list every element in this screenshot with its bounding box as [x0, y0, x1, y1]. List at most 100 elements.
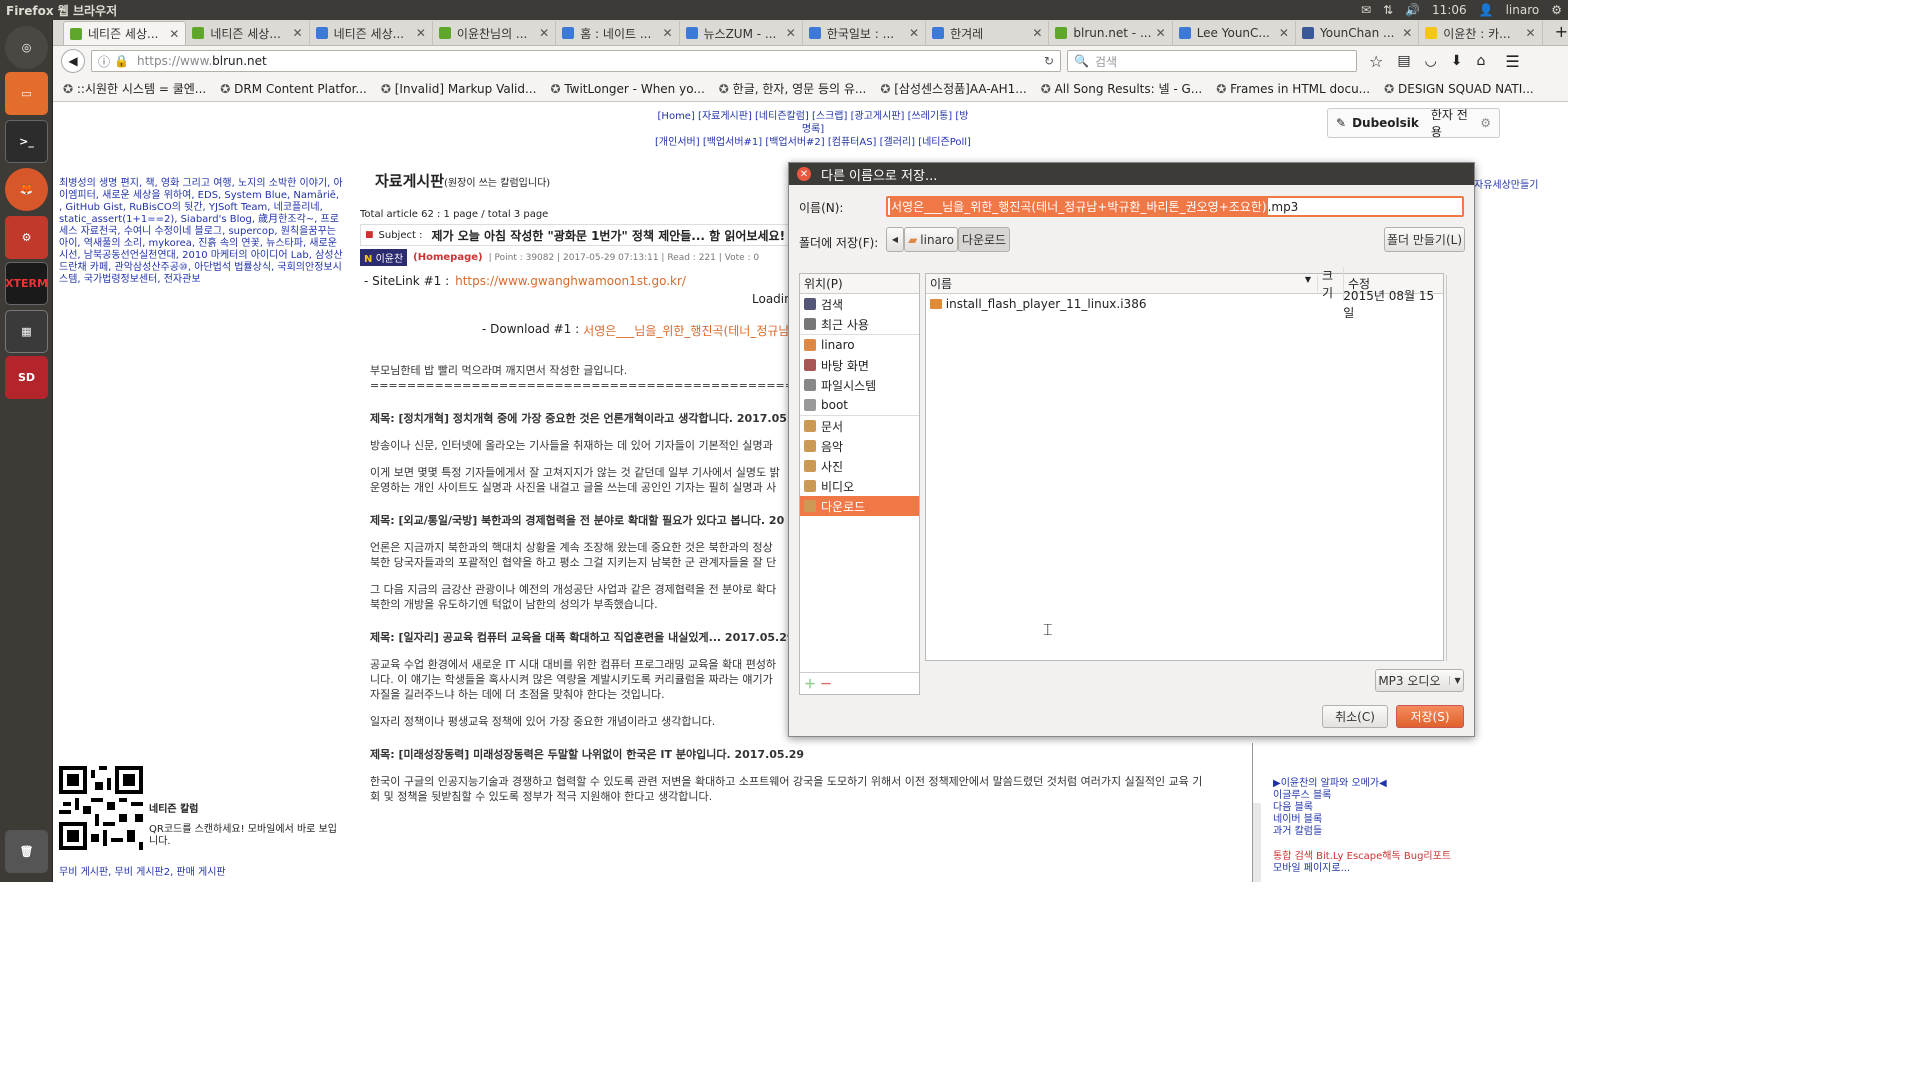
user-name[interactable]: linaro: [1506, 3, 1540, 17]
info-icon[interactable]: ⓘ: [98, 53, 110, 70]
download-file-link[interactable]: 서영은___님을_위한_행진곡(테너_정규남+박규: [583, 322, 821, 339]
tab-8[interactable]: blrun.net - ... ✕: [1049, 21, 1173, 45]
tab-close-icon[interactable]: ✕: [169, 27, 179, 41]
place-item[interactable]: linaro: [800, 335, 919, 355]
tab-close-icon[interactable]: ✕: [1279, 26, 1289, 40]
tab-9[interactable]: Lee YounC... ✕: [1173, 21, 1296, 45]
ime-gear-icon[interactable]: ⚙: [1480, 116, 1491, 130]
close-icon[interactable]: ✕: [797, 167, 811, 181]
reading-list-icon[interactable]: ▤: [1397, 53, 1410, 69]
firefox-icon[interactable]: 🦊: [5, 168, 48, 211]
site-nav-row1[interactable]: [Home] [자료게시판] [네티즌칼럼] [스크랩] [광고게시판] [쓰레…: [653, 110, 973, 136]
tab-close-icon[interactable]: ✕: [909, 26, 919, 40]
left-link-list[interactable]: 최병성의 생명 편지, 책, 영화 그리고 여행, 노지의 소박한 이야기, 아…: [59, 178, 345, 286]
bookmark-item[interactable]: [삼성센스정품]AA-AH1...: [880, 80, 1026, 97]
right-link[interactable]: 과거 칼럼들: [1273, 826, 1387, 838]
path-left-icon[interactable]: ◀: [886, 227, 904, 252]
tab-1[interactable]: 네티즌 세상... ✕: [186, 21, 310, 45]
tab-close-icon[interactable]: ✕: [662, 26, 672, 40]
crumb-current[interactable]: 다운로드: [958, 227, 1010, 252]
right-link[interactable]: 이글루스 블록: [1273, 790, 1387, 802]
workspace-icon[interactable]: ▦: [5, 310, 48, 353]
search-input[interactable]: 🔍 검색: [1067, 50, 1357, 72]
right-link[interactable]: 네이버 블록: [1273, 814, 1387, 826]
new-tab-icon[interactable]: +: [1555, 22, 1568, 41]
bookmark-item[interactable]: DRM Content Platfor...: [220, 82, 367, 96]
file-row[interactable]: install_flash_player_11_linux.i386 2015년 …: [926, 289, 1443, 320]
place-item[interactable]: 검색: [800, 294, 919, 314]
bookmark-item[interactable]: 한글, 한자, 영문 등의 유...: [719, 80, 867, 97]
xterm-icon[interactable]: XTERM: [5, 262, 48, 305]
tab-0[interactable]: 네티즌 세상... ✕: [63, 21, 187, 45]
back-icon[interactable]: ◀: [61, 49, 85, 73]
tab-close-icon[interactable]: ✕: [1156, 26, 1166, 40]
place-item[interactable]: boot: [800, 395, 919, 415]
bookmark-item[interactable]: TwitLonger - When yo...: [550, 82, 704, 96]
bookmark-item[interactable]: [Invalid] Markup Valid...: [381, 82, 537, 96]
site-nav-row2[interactable]: [개인서버] [백업서버#1] [백업서버#2] [컴퓨터AS] [갤러리] […: [653, 136, 973, 149]
place-item[interactable]: 바탕 화면: [800, 355, 919, 375]
file-list-scrollbar[interactable]: [1446, 275, 1452, 661]
place-item[interactable]: 문서: [800, 416, 919, 436]
terminal-icon[interactable]: >_: [5, 120, 48, 163]
tab-3[interactable]: 이윤찬님의 ... ✕: [433, 21, 557, 45]
add-place-icon[interactable]: ＋: [804, 675, 816, 692]
settings-icon[interactable]: ⚙: [5, 216, 48, 259]
homepage-link[interactable]: (Homepage): [413, 252, 482, 263]
url-bar[interactable]: ⓘ 🔒 https://www. blrun.net ↻: [91, 50, 1061, 72]
place-item[interactable]: 음악: [800, 436, 919, 456]
mail-icon[interactable]: ✉: [1361, 3, 1371, 17]
home-icon[interactable]: ⌂: [1477, 53, 1486, 69]
filter-dropdown[interactable]: MP3 오디오 ▼: [1375, 669, 1464, 692]
place-item[interactable]: 다운로드: [800, 496, 919, 516]
tab-close-icon[interactable]: ✕: [416, 26, 426, 40]
network-icon[interactable]: ⇅: [1383, 3, 1393, 17]
right-bottom-1[interactable]: 통합 검색 Bit.Ly Escape해독 Bug리포트: [1273, 851, 1451, 863]
place-item[interactable]: 사진: [800, 456, 919, 476]
dash-icon[interactable]: ◎: [5, 26, 48, 69]
bookmark-item[interactable]: DESIGN SQUAD NATI...: [1384, 82, 1534, 96]
right-link[interactable]: 다음 블록: [1273, 802, 1387, 814]
cancel-button[interactable]: 취소(C): [1322, 705, 1388, 728]
place-item[interactable]: 비디오: [800, 476, 919, 496]
right-link[interactable]: ▶이윤찬의 알파와 오메가◀: [1273, 778, 1387, 790]
remove-place-icon[interactable]: －: [820, 675, 832, 692]
trash-icon[interactable]: 🗑: [5, 830, 48, 873]
right-top-link[interactable]: 자유세상만들기: [1474, 176, 1538, 191]
tab-5[interactable]: 뉴스ZUM - ... ✕: [680, 21, 803, 45]
tab-2[interactable]: 네티즌 세상... ✕: [310, 21, 433, 45]
right-bottom-2[interactable]: 모바일 페이지로...: [1273, 863, 1451, 875]
tab-4[interactable]: 홈 : 네이트 ... ✕: [556, 21, 680, 45]
author[interactable]: N 이윤찬: [360, 249, 408, 266]
bottom-links[interactable]: 무비 게시판, 무비 게시판2, 판매 게시판: [59, 863, 226, 878]
bookmark-item[interactable]: ::시원한 시스템 = 쿨엔...: [63, 80, 206, 97]
tab-close-icon[interactable]: ✕: [1402, 26, 1412, 40]
tab-11[interactable]: 이윤찬 : 카... ✕: [1419, 21, 1543, 45]
create-folder-button[interactable]: 폴더 만들기(L): [1384, 227, 1465, 252]
tab-close-icon[interactable]: ✕: [293, 26, 303, 40]
col-size-header[interactable]: 크기: [1318, 266, 1344, 301]
tab-close-icon[interactable]: ✕: [539, 26, 549, 40]
pocket-icon[interactable]: ◡: [1425, 53, 1437, 69]
menu-icon[interactable]: ☰: [1505, 52, 1519, 71]
tab-6[interactable]: 한국일보 : ... ✕: [803, 21, 927, 45]
clock[interactable]: 11:06: [1432, 3, 1467, 17]
tab-10[interactable]: YounChan ... ✕: [1296, 21, 1420, 45]
save-button[interactable]: 저장(S): [1396, 705, 1464, 728]
tab-7[interactable]: 한겨레 ✕: [926, 21, 1050, 45]
reload-icon[interactable]: ↻: [1044, 54, 1054, 68]
gear-icon[interactable]: ⚙: [1551, 3, 1562, 17]
volume-icon[interactable]: 🔊: [1405, 3, 1420, 17]
ime-indicator[interactable]: ✎ Dubeolsik 한자 전용 ⚙: [1327, 108, 1500, 139]
place-item[interactable]: 파일시스템: [800, 375, 919, 395]
sd-card-icon[interactable]: SD: [5, 356, 48, 399]
tab-close-icon[interactable]: ✕: [1032, 26, 1042, 40]
crumb-home[interactable]: ▰ linaro: [904, 227, 958, 252]
col-name-header[interactable]: 이름 ▼: [926, 275, 1318, 292]
bookmark-star-icon[interactable]: ☆: [1369, 52, 1383, 71]
bookmark-item[interactable]: All Song Results: 넬 - G...: [1041, 80, 1203, 97]
download-icon[interactable]: ⬇: [1451, 53, 1463, 69]
scrollbar[interactable]: [1253, 803, 1261, 882]
tab-close-icon[interactable]: ✕: [1526, 26, 1536, 40]
files-icon[interactable]: ▭: [5, 72, 48, 115]
